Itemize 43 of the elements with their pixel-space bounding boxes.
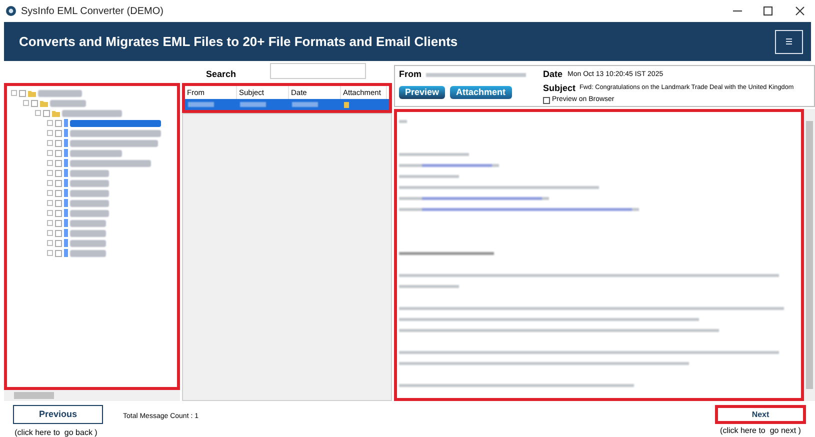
blurred-cell-text	[188, 102, 214, 107]
message-row[interactable]	[185, 99, 389, 110]
header-title: Converts and Migrates EML Files to 20+ File Formats and Email Clients	[19, 32, 458, 51]
date-label: Date	[543, 68, 563, 81]
checkbox-icon	[55, 150, 62, 156]
attachment-icon	[344, 100, 349, 108]
previous-button[interactable]: Previous	[13, 405, 103, 424]
checkbox-icon	[55, 250, 62, 256]
tab-button[interactable]: Attachment	[450, 86, 512, 98]
checkbox-icon	[55, 140, 62, 146]
blurred-cell-text	[240, 102, 266, 107]
app-icon	[5, 5, 17, 17]
next-hint: (click here to go next )	[720, 425, 801, 437]
window-title: SysInfo EML Converter (DEMO)	[21, 4, 164, 18]
horizontal-scrollbar[interactable]	[4, 390, 180, 401]
blurred-cell-text	[292, 102, 318, 107]
tab-button[interactable]: Preview	[399, 86, 446, 98]
next-button[interactable]: Next	[715, 405, 806, 424]
preview-browser-checkbox[interactable]	[543, 96, 550, 104]
subject-label: Subject	[543, 82, 576, 95]
checkbox-icon	[55, 130, 62, 136]
menu-icon	[786, 38, 792, 45]
checkbox-icon	[55, 120, 62, 126]
checkbox-icon	[55, 230, 62, 236]
checkbox-icon	[55, 170, 62, 176]
checkbox-icon	[55, 200, 62, 206]
checkbox-icon	[55, 220, 62, 226]
checkbox-icon	[55, 210, 62, 216]
vertical-scrollbar[interactable]	[804, 109, 815, 401]
checkbox-icon	[43, 110, 50, 116]
previous-hint: (click here to go back )	[14, 427, 98, 437]
checkbox-icon	[55, 240, 62, 246]
menu-button[interactable]	[775, 30, 803, 54]
maximize-icon[interactable]	[763, 6, 773, 16]
checkbox-icon	[31, 100, 38, 106]
checkbox-icon	[55, 190, 62, 196]
checkbox-icon	[55, 160, 62, 166]
checkbox-icon	[55, 180, 62, 186]
checkbox-icon	[19, 90, 26, 96]
from-label: From	[399, 68, 422, 81]
search-field[interactable]	[270, 63, 366, 79]
close-icon[interactable]	[795, 6, 805, 16]
search-label: Search	[206, 68, 236, 82]
